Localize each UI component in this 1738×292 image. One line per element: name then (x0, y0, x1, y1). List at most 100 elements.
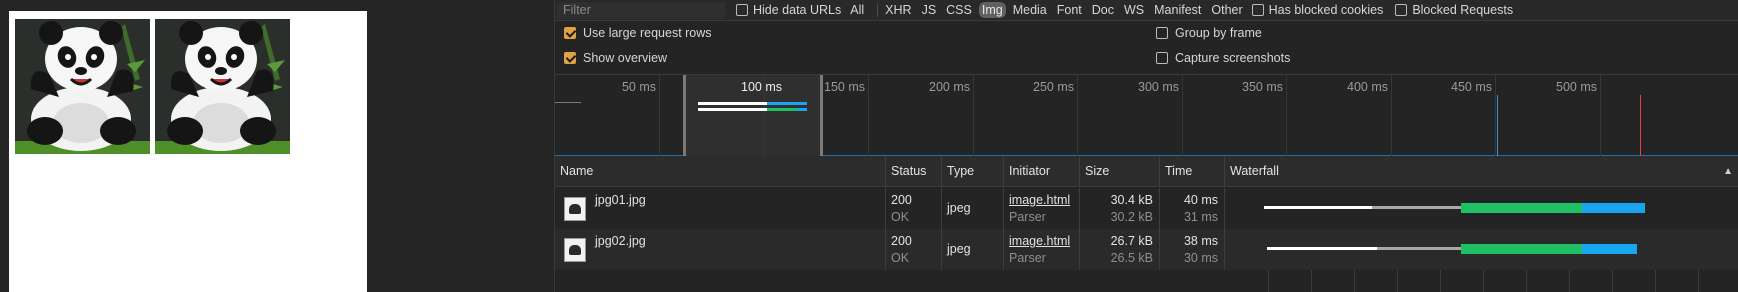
image-file-icon (564, 197, 586, 221)
type-filter-img[interactable]: Img (978, 2, 1006, 18)
overview-tick-label: 250 ms (1033, 80, 1074, 94)
waterfall-bar-queueing (1264, 206, 1372, 209)
has-blocked-cookies-toggle[interactable]: Has blocked cookies (1251, 3, 1383, 17)
mime-type: jpeg (947, 242, 971, 256)
initiator-cell: image.html Parser (1004, 229, 1080, 270)
waterfall-bar-stalled (1372, 206, 1461, 209)
type-filter-manifest[interactable]: Manifest (1151, 2, 1204, 18)
image-file-icon (564, 238, 586, 262)
resource-size: 26.5 kB (1110, 251, 1153, 265)
capture-screenshots-setting[interactable]: Capture screenshots (1156, 51, 1290, 65)
column-header-size[interactable]: Size (1080, 156, 1160, 187)
sort-ascending-icon[interactable]: ▲ (1723, 156, 1733, 187)
load-event-marker (1640, 95, 1641, 156)
dom-content-loaded-marker (1497, 95, 1498, 156)
large-rows-checkbox[interactable] (564, 27, 576, 39)
status-code: 200 (891, 193, 912, 207)
group-by-frame-checkbox[interactable] (1156, 27, 1168, 39)
panda-picture (15, 19, 150, 154)
total-time: 38 ms (1183, 234, 1218, 248)
blocked-requests-checkbox[interactable] (1395, 4, 1408, 16)
type-filter-ws[interactable]: WS (1121, 2, 1147, 18)
request-name: jpg01.jpg (595, 193, 646, 207)
initiator-cell: image.html Parser (1004, 188, 1080, 229)
column-header-status[interactable]: Status (886, 156, 942, 187)
initiator-link[interactable]: image.html (1009, 234, 1070, 248)
overview-bar-waiting-2 (767, 108, 797, 111)
overview-tick-label: 150 ms (824, 80, 865, 94)
overview-tick-label: 200 ms (929, 80, 970, 94)
large-rows-setting[interactable]: Use large request rows (564, 26, 712, 40)
blocked-requests-label: Blocked Requests (1412, 3, 1514, 17)
overview-bar-queue-1 (698, 102, 767, 105)
filter-input[interactable] (557, 1, 725, 19)
column-header-type[interactable]: Type (942, 156, 1004, 187)
table-row[interactable]: jpg01.jpg 200 OK jpeg image.html Parser … (555, 188, 1738, 229)
name-cell[interactable]: jpg01.jpg (555, 188, 886, 229)
type-cell: jpeg (942, 188, 1004, 229)
requests-table: Name Status Type Initiator Size Time Wat… (555, 156, 1738, 292)
overview-bar-queue-2 (698, 108, 767, 111)
status-code: 200 (891, 234, 912, 248)
overview-gridline (1495, 75, 1496, 156)
time-cell: 40 ms 31 ms (1160, 188, 1225, 229)
column-header-initiator[interactable]: Initiator (1004, 156, 1080, 187)
waterfall-bar-stalled (1377, 247, 1461, 250)
panda-image-1 (15, 19, 150, 154)
overview-tick-label: 300 ms (1138, 80, 1179, 94)
type-filter-xhr[interactable]: XHR (882, 2, 914, 18)
waterfall-cell[interactable] (1225, 229, 1738, 270)
overview-gridline (1286, 75, 1287, 156)
waterfall-bar-waiting (1461, 203, 1582, 213)
column-header-type-label: Type (947, 164, 975, 178)
status-text: OK (891, 251, 910, 265)
hide-data-urls-label: Hide data URLs (753, 3, 842, 17)
overview-tick-label: 350 ms (1242, 80, 1283, 94)
show-overview-setting[interactable]: Show overview (564, 51, 667, 65)
hide-data-urls-toggle[interactable]: Hide data URLs (736, 3, 841, 17)
overview-tick-label: 500 ms (1556, 80, 1597, 94)
show-overview-checkbox[interactable] (564, 52, 576, 64)
waterfall-bar-download (1582, 203, 1645, 213)
name-cell[interactable]: jpg02.jpg (555, 229, 886, 270)
blocked-requests-toggle[interactable]: Blocked Requests (1395, 3, 1513, 17)
column-header-waterfall[interactable]: Waterfall ▲ (1225, 156, 1738, 187)
has-blocked-cookies-checkbox[interactable] (1251, 4, 1264, 16)
screen: Hide data URLs All XHR JSCSSImgMediaFontDo… (0, 0, 1738, 292)
latency-time: 30 ms (1183, 251, 1218, 265)
type-filter-js[interactable]: JS (919, 2, 940, 18)
table-row[interactable]: jpg02.jpg 200 OK jpeg image.html Parser … (555, 229, 1738, 270)
waterfall-bar-waiting (1461, 244, 1582, 254)
overview-tick-label: 450 ms (1451, 80, 1492, 94)
column-header-initiator-label: Initiator (1009, 164, 1050, 178)
mime-type: jpeg (947, 201, 971, 215)
type-filter-separator (877, 3, 879, 17)
type-filter-media[interactable]: Media (1010, 2, 1050, 18)
type-filter-doc[interactable]: Doc (1089, 2, 1117, 18)
filter-toolbar: Hide data URLs All XHR JSCSSImgMediaFontDo… (555, 0, 1738, 21)
overview-gridline (868, 75, 869, 156)
waterfall-cell[interactable] (1225, 188, 1738, 229)
status-cell: 200 OK (886, 188, 942, 229)
resource-type-filters: All XHR JS CSS Img Media Font Doc WS Manifest Othe… (847, 2, 1249, 18)
column-header-name[interactable]: Name (555, 156, 886, 187)
type-filter-other[interactable]: Other (1208, 2, 1245, 18)
type-filter-font[interactable]: Font (1054, 2, 1085, 18)
overview-gridline (1077, 75, 1078, 156)
overview-bar-download-1 (767, 102, 807, 105)
type-filter-css[interactable]: CSS (943, 2, 975, 18)
hide-data-urls-checkbox[interactable] (736, 4, 748, 16)
group-by-frame-setting[interactable]: Group by frame (1156, 26, 1262, 40)
table-header: Name Status Type Initiator Size Time Wat… (555, 156, 1738, 187)
show-overview-label: Show overview (583, 51, 668, 65)
initiator-link[interactable]: image.html (1009, 193, 1070, 207)
column-header-time[interactable]: Time (1160, 156, 1225, 187)
capture-screenshots-label: Capture screenshots (1175, 51, 1291, 65)
timeline-overview[interactable]: 50 ms 100 ms 150 ms 200 ms 250 ms 300 ms 350 m… (555, 75, 1738, 156)
overview-gridline (1600, 75, 1601, 156)
size-cell: 30.4 kB 30.2 kB (1080, 188, 1160, 229)
page-body (9, 11, 367, 292)
waterfall-bar-download (1582, 244, 1637, 254)
capture-screenshots-checkbox[interactable] (1156, 52, 1168, 64)
type-filter-all[interactable]: All (847, 2, 867, 18)
